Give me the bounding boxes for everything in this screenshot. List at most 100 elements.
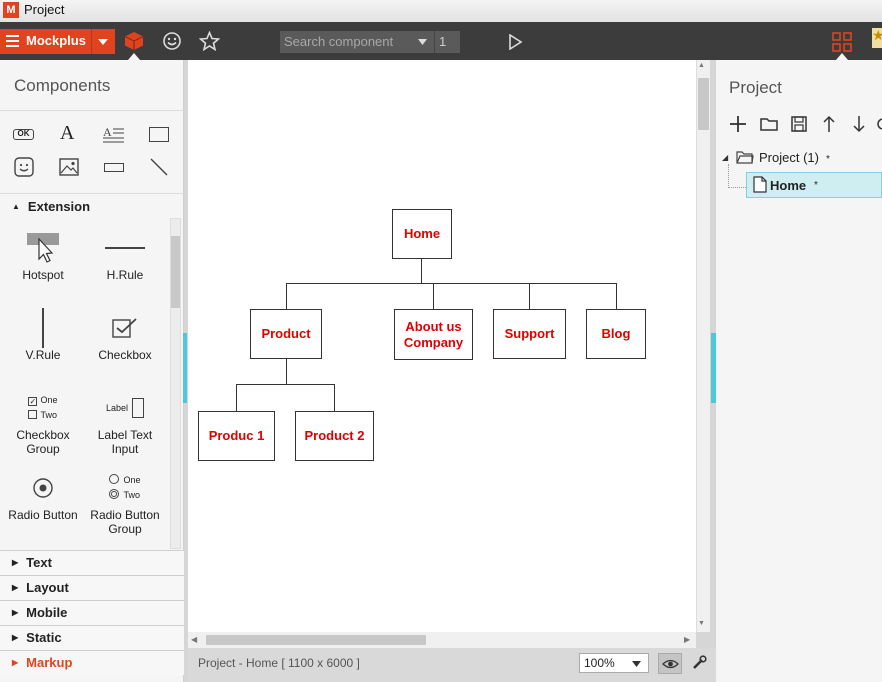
checkbox-label: Checkbox (98, 348, 152, 362)
tree-collapse-arrow-icon[interactable]: ◢ (722, 153, 728, 162)
connector-line (529, 283, 530, 310)
paragraph-component-icon[interactable]: A (103, 125, 125, 143)
svg-text:A: A (103, 125, 112, 139)
hrule-label: H.Rule (106, 268, 144, 282)
radio-button-group-label: Radio Button Group (90, 508, 160, 536)
project-title: Project (729, 78, 782, 97)
hrule-component[interactable]: H.Rule (85, 228, 165, 282)
add-folder-icon[interactable] (759, 114, 781, 136)
add-page-icon[interactable] (728, 114, 750, 136)
radio-two-sample: Two (123, 490, 140, 500)
more-icon[interactable] (876, 114, 882, 136)
app-logo-icon: M (3, 2, 19, 18)
move-down-icon[interactable] (849, 114, 871, 136)
scroll-up-icon[interactable]: ▲ (698, 62, 705, 69)
mockplus-menu-button[interactable]: Mockplus (0, 29, 115, 54)
canvas-horizontal-scrollbar[interactable]: ◀ ▶ (188, 632, 696, 648)
collapse-arrow-icon: ▲ (12, 202, 20, 211)
vertical-scroll-thumb[interactable] (698, 78, 709, 130)
category-static[interactable]: ▶ Static (0, 625, 184, 650)
node-product[interactable]: Product (250, 309, 322, 359)
checkbox-group-label: Checkbox Group (16, 428, 70, 456)
hotspot-icon (3, 228, 83, 268)
vrule-component[interactable]: V.Rule (3, 308, 83, 362)
input-component-icon[interactable] (104, 163, 124, 172)
design-canvas[interactable]: Home Product About us Company Support Bl… (188, 60, 696, 632)
search-dropdown-icon[interactable] (418, 39, 427, 45)
dropdown-icon[interactable] (98, 39, 108, 45)
extension-section-header[interactable]: ▲ Extension (12, 199, 90, 214)
page-number-field[interactable]: 1 (434, 31, 460, 53)
tree-home-item[interactable]: Home * (746, 172, 882, 198)
rectangle-component-icon[interactable] (149, 127, 169, 142)
connector-line (286, 357, 287, 385)
smiley-icon[interactable] (162, 31, 182, 51)
checkbox-icon (85, 308, 165, 348)
category-layout[interactable]: ▶ Layout (0, 575, 184, 600)
scroll-left-icon[interactable]: ◀ (191, 635, 197, 644)
image-component-icon[interactable] (59, 158, 79, 176)
label-text-input-component[interactable]: Label Label Text Input (85, 388, 165, 456)
unsaved-marker: * (825, 154, 830, 165)
folder-icon (736, 151, 754, 164)
checkbox-group-component[interactable]: ✓ One Two Checkbox Group (3, 388, 83, 456)
extension-label: Extension (27, 199, 91, 214)
move-up-icon[interactable] (819, 114, 841, 136)
category-label: Mobile (26, 605, 68, 620)
label-sample: Label (105, 403, 129, 413)
star-icon[interactable] (199, 31, 220, 51)
scroll-down-icon[interactable]: ▼ (698, 620, 705, 627)
expand-arrow-icon: ▶ (12, 633, 19, 642)
category-label: Layout (26, 580, 69, 595)
layout-grid-icon[interactable] (832, 32, 852, 52)
left-edge-marker (183, 333, 187, 403)
radio-button-component[interactable]: Radio Button (3, 468, 83, 522)
tree-project-label: Project (1) (759, 150, 819, 165)
radio-button-group-icon: One Two (85, 468, 165, 508)
save-icon[interactable] (789, 114, 811, 136)
connector-line (421, 258, 422, 284)
category-markup[interactable]: ▶ Markup (0, 650, 184, 675)
wrench-icon[interactable] (691, 655, 707, 671)
canvas-vertical-scrollbar[interactable]: ▲ ▼ (696, 60, 710, 632)
category-mobile[interactable]: ▶ Mobile (0, 600, 184, 625)
brand-label: Mockplus (26, 33, 86, 48)
tree-project-item[interactable]: Project (1) * (759, 150, 830, 165)
button-component-icon[interactable]: OK (13, 129, 34, 140)
status-bar: Project - Home [ 1100 x 6000 ] 100% (188, 648, 716, 682)
horizontal-scroll-thumb[interactable] (206, 635, 426, 645)
checkbox-component[interactable]: Checkbox (85, 308, 165, 362)
node-product-2[interactable]: Product 2 (295, 411, 374, 461)
window-title: Project (24, 2, 65, 17)
favorite-star-icon[interactable]: ★ (872, 28, 882, 48)
text-component-icon[interactable]: A (60, 122, 74, 145)
vrule-icon (3, 308, 83, 348)
tree-home-label: Home (770, 178, 807, 193)
line-component-icon[interactable] (149, 157, 169, 177)
page-path-info: Project - Home [ 1100 x 6000 ] (198, 656, 360, 670)
label-text-input-icon: Label (85, 388, 165, 428)
zoom-select[interactable]: 100% (579, 653, 649, 673)
vrule-label: V.Rule (25, 348, 61, 362)
category-text[interactable]: ▶ Text (0, 550, 184, 575)
preview-eye-button[interactable] (658, 653, 682, 674)
components-scroll-thumb[interactable] (171, 236, 180, 308)
radio-button-group-component[interactable]: One Two Radio Button Group (85, 468, 165, 536)
connector-line (334, 384, 335, 411)
node-home[interactable]: Home (392, 209, 452, 259)
main-toolbar: Mockplus Search component 1 ★ (0, 22, 882, 60)
tree-guide-line (728, 164, 729, 188)
hamburger-icon (6, 35, 19, 47)
node-about-us[interactable]: About us Company (394, 309, 473, 360)
hotspot-component[interactable]: Hotspot (3, 228, 83, 282)
component-box-icon[interactable] (124, 31, 144, 51)
node-product-1[interactable]: Produc 1 (198, 411, 275, 461)
emoji-component-icon[interactable] (14, 157, 34, 177)
node-blog[interactable]: Blog (586, 309, 646, 359)
play-icon[interactable] (507, 34, 523, 50)
scroll-right-icon[interactable]: ▶ (684, 635, 690, 644)
node-support[interactable]: Support (493, 309, 566, 359)
search-input[interactable]: Search component (280, 31, 435, 53)
tree-guide-line (728, 187, 746, 188)
expand-arrow-icon: ▶ (12, 658, 19, 667)
